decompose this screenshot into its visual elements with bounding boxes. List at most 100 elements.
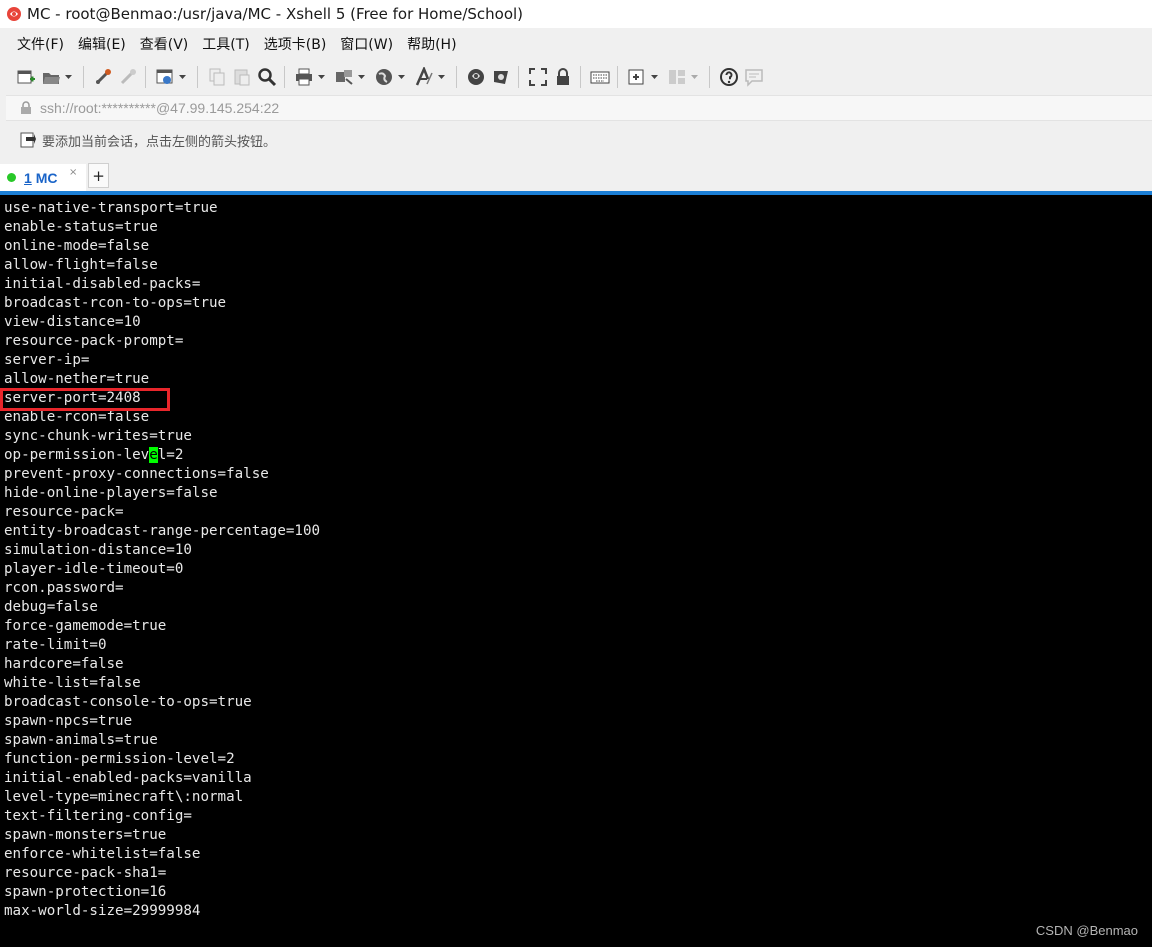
toolbar-divider	[617, 66, 618, 88]
window-title: MC - root@Benmao:/usr/java/MC - Xshell 5…	[27, 5, 524, 23]
globe-icon[interactable]	[372, 65, 396, 89]
menu-edit[interactable]: 编辑(E)	[71, 32, 133, 56]
terminal-line: use-native-transport=true	[4, 200, 218, 216]
terminal-text: l=2	[157, 447, 184, 463]
menu-help[interactable]: 帮助(H)	[400, 32, 463, 56]
xftp-icon[interactable]	[464, 65, 488, 89]
toolbar-divider	[145, 66, 146, 88]
globe-dropdown-chevron-icon[interactable]	[397, 65, 406, 89]
menu-bar: 文件(F) 编辑(E) 查看(V) 工具(T) 选项卡(B) 窗口(W) 帮助(…	[0, 28, 1152, 59]
terminal-line: resource-pack-sha1=	[4, 865, 167, 881]
terminal-line: function-permission-level=2	[4, 751, 235, 767]
terminal-line: player-idle-timeout=0	[4, 561, 184, 577]
copy-icon[interactable]	[205, 65, 229, 89]
font-icon[interactable]	[412, 65, 436, 89]
toolbar-divider	[284, 66, 285, 88]
font-dropdown-chevron-icon[interactable]	[437, 65, 446, 89]
terminal-line: spawn-npcs=true	[4, 713, 133, 729]
toolbar-divider	[456, 66, 457, 88]
menu-file[interactable]: 文件(F)	[10, 32, 71, 56]
terminal-line: text-filtering-config=	[4, 808, 192, 824]
terminal-line: server-ip=	[4, 352, 90, 368]
menu-tabs[interactable]: 选项卡(B)	[257, 32, 334, 56]
print-icon[interactable]	[292, 65, 316, 89]
terminal-line: prevent-proxy-connections=false	[4, 466, 269, 482]
quick-connect-hint-bar: 要添加当前会话，点击左侧的箭头按钮。	[6, 121, 1152, 159]
menu-view[interactable]: 查看(V)	[133, 32, 196, 56]
open-dropdown-chevron-icon[interactable]	[64, 65, 73, 89]
terminal-output: use-native-transport=true enable-status=t…	[4, 199, 320, 921]
terminal-line: broadcast-console-to-ops=true	[4, 694, 252, 710]
padlock-icon	[21, 101, 31, 114]
terminal-line: simulation-distance=10	[4, 542, 192, 558]
terminal-area[interactable]: use-native-transport=true enable-status=t…	[0, 195, 1152, 947]
properties-dropdown-chevron-icon[interactable]	[178, 65, 187, 89]
new-tab-button[interactable]: +	[88, 163, 109, 188]
terminal-line: hardcore=false	[4, 656, 124, 672]
terminal-line: enable-status=true	[4, 219, 158, 235]
server-port-highlight-box	[0, 388, 170, 411]
disconnect-icon[interactable]	[116, 65, 140, 89]
find-icon[interactable]	[255, 65, 279, 89]
session-address[interactable]: ssh://root:**********@47.99.145.254:22	[40, 100, 279, 116]
toolbar	[0, 59, 1152, 95]
terminal-line: spawn-monsters=true	[4, 827, 167, 843]
toolbar-divider	[580, 66, 581, 88]
terminal-line: white-list=false	[4, 675, 141, 691]
terminal-line: force-gamemode=true	[4, 618, 167, 634]
terminal-line: hide-online-players=false	[4, 485, 218, 501]
terminal-line: allow-nether=true	[4, 371, 150, 387]
fullscreen-icon[interactable]	[526, 65, 550, 89]
terminal-line-cursor: op-permission-level=2	[4, 446, 320, 465]
print-dropdown-chevron-icon[interactable]	[317, 65, 326, 89]
xshell-window: MC - root@Benmao:/usr/java/MC - Xshell 5…	[0, 0, 1152, 947]
tab-close-icon[interactable]: ×	[69, 167, 77, 178]
add-tab-dropdown-chevron-icon[interactable]	[650, 65, 659, 89]
layout-icon[interactable]	[665, 65, 689, 89]
menu-window[interactable]: 窗口(W)	[333, 32, 400, 56]
terminal-line: allow-flight=false	[4, 257, 158, 273]
chat-icon[interactable]	[742, 65, 766, 89]
menu-tools[interactable]: 工具(T)	[195, 32, 256, 56]
add-session-arrow-icon[interactable]	[20, 132, 36, 148]
new-session-icon[interactable]	[14, 65, 38, 89]
terminal-line: entity-broadcast-range-percentage=100	[4, 523, 321, 539]
keyboard-icon[interactable]	[588, 65, 612, 89]
terminal-line: resource-pack=	[4, 504, 124, 520]
terminal-cursor: e	[149, 447, 158, 463]
toolbar-divider	[83, 66, 84, 88]
tab-mc[interactable]: 1 MC ×	[0, 164, 86, 191]
transfer-dropdown-chevron-icon[interactable]	[357, 65, 366, 89]
open-folder-icon[interactable]	[39, 65, 63, 89]
toolbar-divider	[518, 66, 519, 88]
help-icon[interactable]	[717, 65, 741, 89]
terminal-line: enforce-whitelist=false	[4, 846, 201, 862]
terminal-line: broadcast-rcon-to-ops=true	[4, 295, 227, 311]
terminal-line: view-distance=10	[4, 314, 141, 330]
watermark: CSDN @Benmao⁠	[1035, 923, 1138, 938]
terminal-line: initial-disabled-packs=	[4, 276, 201, 292]
terminal-line: level-type=minecraft\:normal	[4, 789, 244, 805]
layout-dropdown-chevron-icon[interactable]	[690, 65, 699, 89]
add-tab-icon[interactable]	[625, 65, 649, 89]
terminal-line: spawn-animals=true	[4, 732, 158, 748]
title-bar: MC - root@Benmao:/usr/java/MC - Xshell 5…	[0, 0, 1152, 28]
connected-status-icon	[7, 173, 16, 182]
terminal-line: max-world-size=29999984	[4, 903, 201, 919]
transfer-icon[interactable]	[332, 65, 356, 89]
terminal-line: rcon.password=	[4, 580, 124, 596]
reconnect-icon[interactable]	[91, 65, 115, 89]
terminal-line: debug=false	[4, 599, 98, 615]
paste-icon[interactable]	[230, 65, 254, 89]
terminal-line: resource-pack-prompt=	[4, 333, 184, 349]
properties-icon[interactable]	[153, 65, 177, 89]
tab-title: MC	[35, 169, 58, 186]
xshell-logo-icon	[7, 7, 21, 21]
terminal-line: online-mode=false	[4, 238, 150, 254]
xmanager-icon[interactable]	[489, 65, 513, 89]
tab-number: 1	[24, 169, 32, 186]
terminal-line: initial-enabled-packs=vanilla	[4, 770, 252, 786]
address-bar[interactable]: ssh://root:**********@47.99.145.254:22	[6, 95, 1152, 121]
terminal-line: rate-limit=0	[4, 637, 107, 653]
lock-icon[interactable]	[551, 65, 575, 89]
